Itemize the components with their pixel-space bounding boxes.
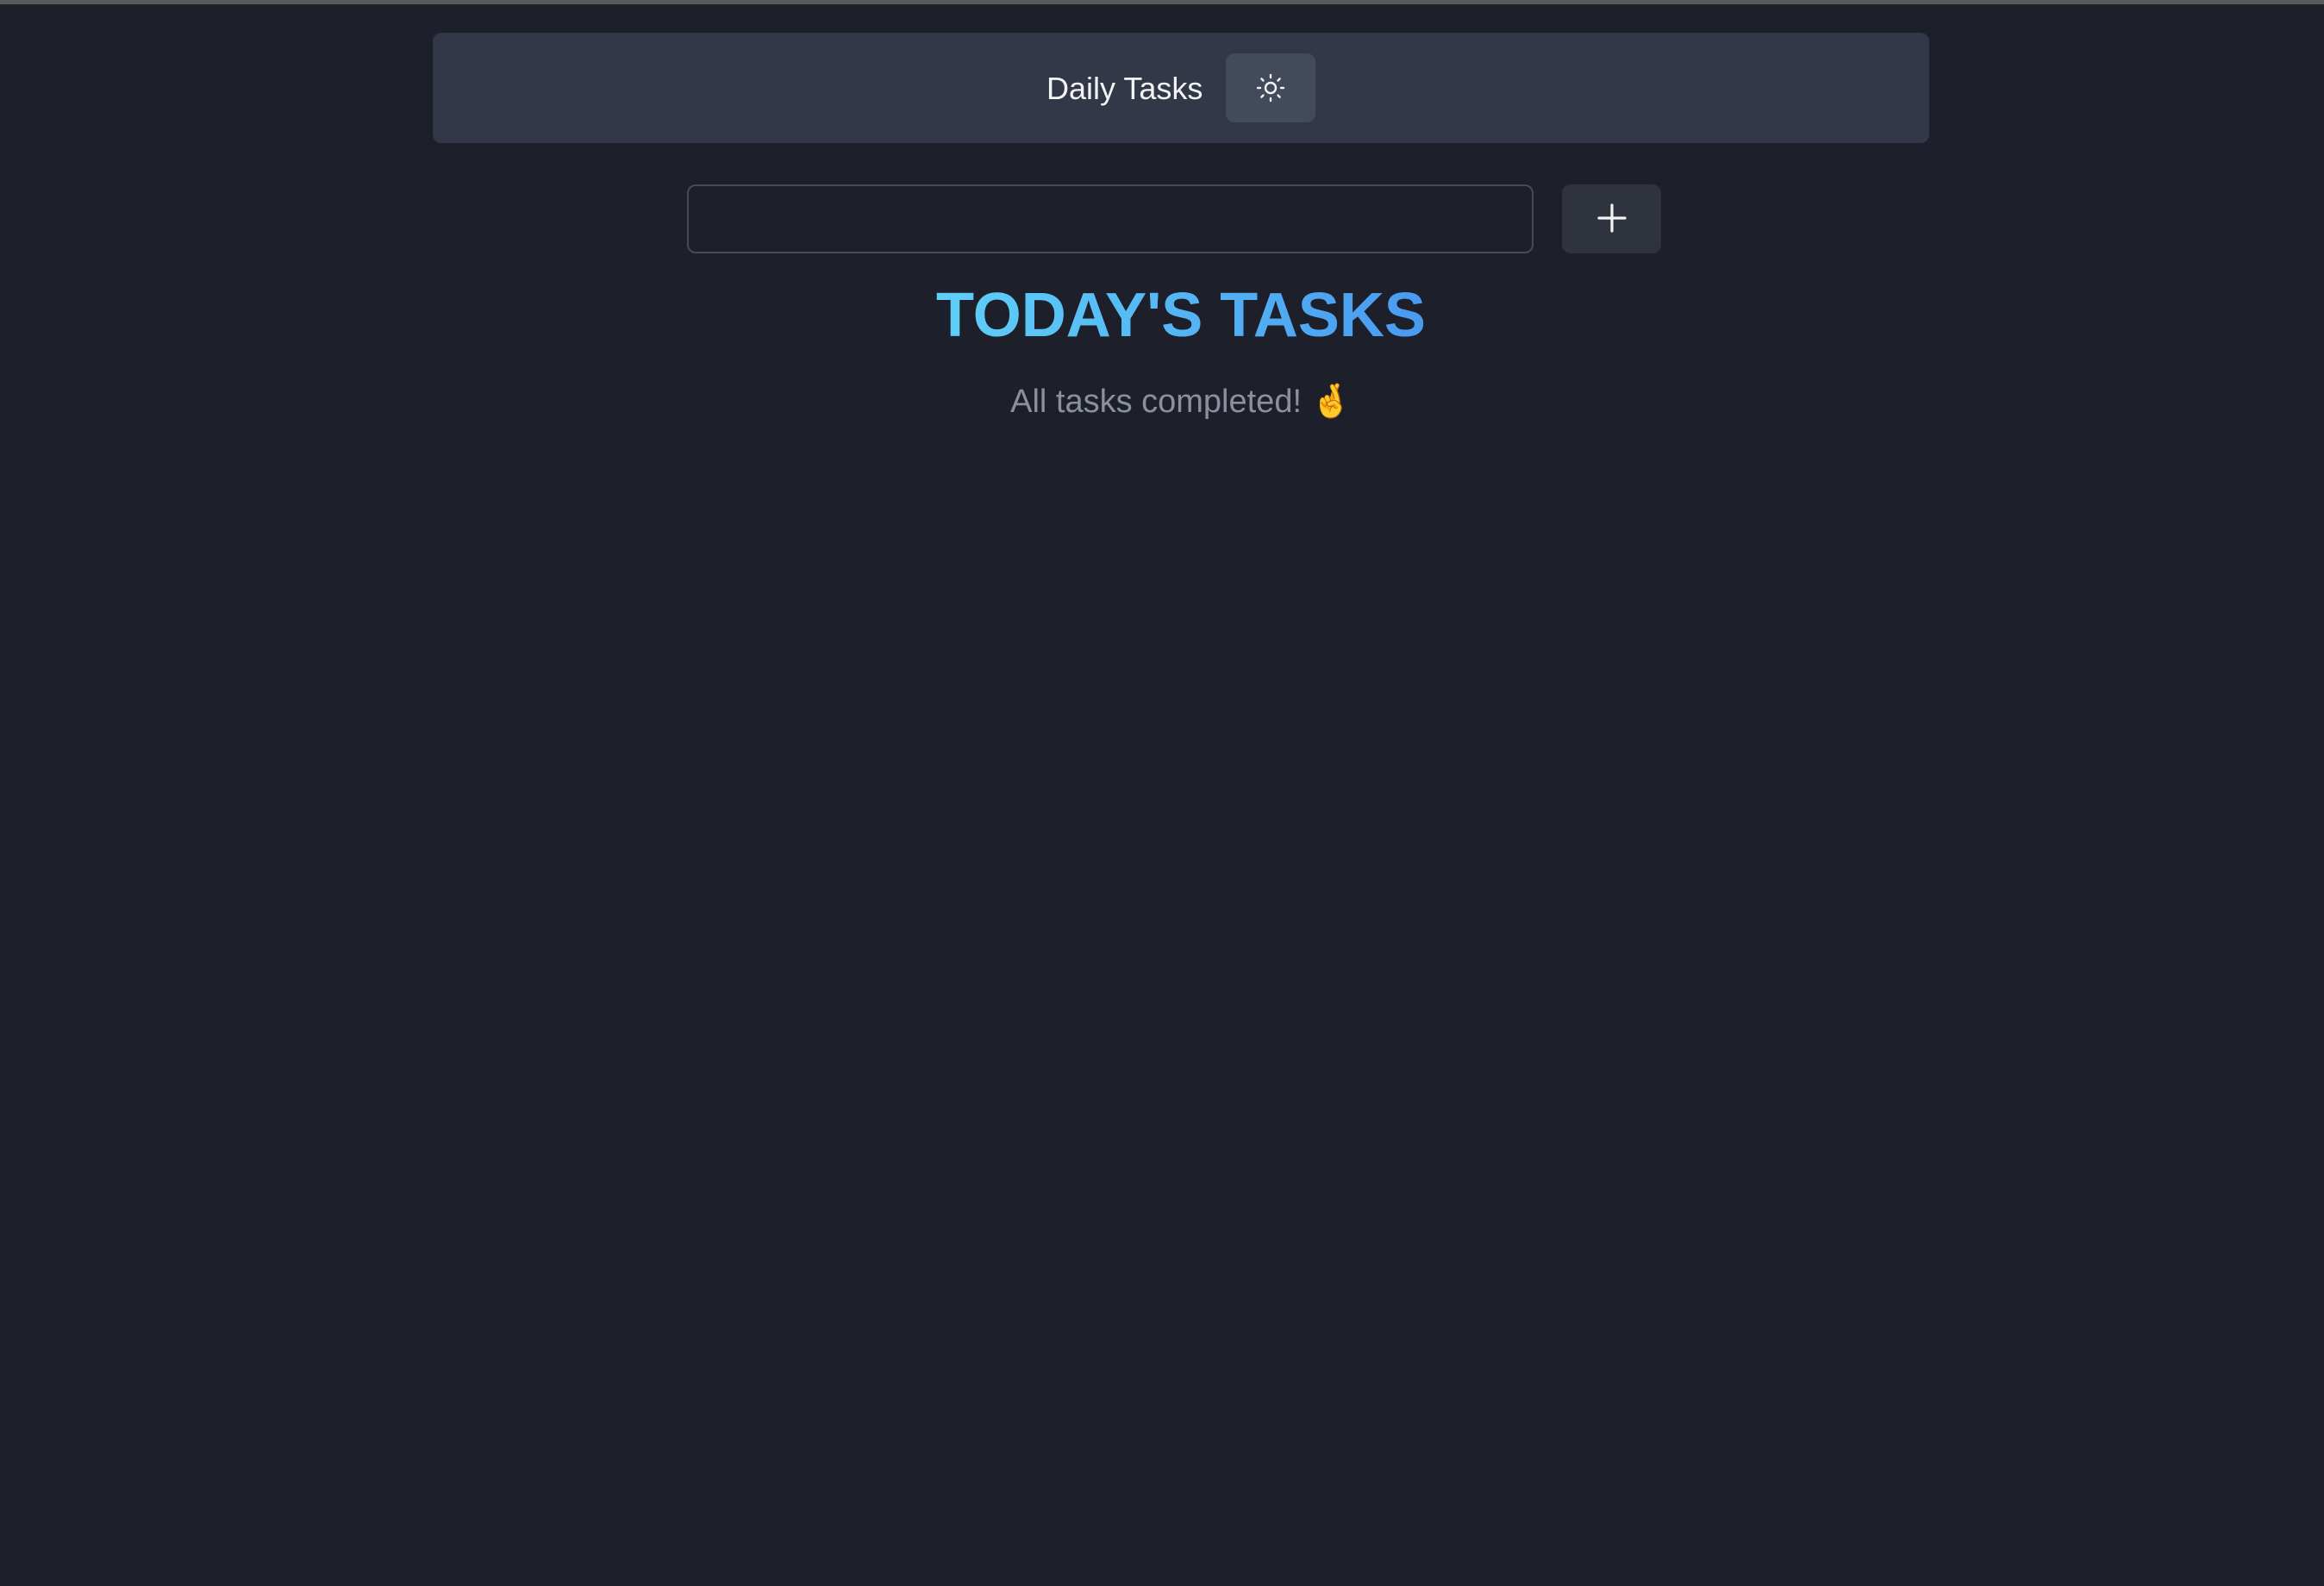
app-title: Daily Tasks <box>1046 71 1203 106</box>
window-top-border <box>0 0 2324 4</box>
empty-state-message: All tasks completed! 🤞 <box>1010 384 1352 420</box>
theme-toggle-button[interactable] <box>1226 53 1315 122</box>
sun-icon <box>1255 72 1286 103</box>
new-task-input[interactable] <box>687 184 1534 253</box>
tasks-heading: TODAY'S TASKS <box>0 278 2324 353</box>
plus-icon <box>1595 201 1629 238</box>
add-task-button[interactable] <box>1562 184 1661 253</box>
tasks-heading-text: TODAY'S TASKS <box>936 281 1426 350</box>
